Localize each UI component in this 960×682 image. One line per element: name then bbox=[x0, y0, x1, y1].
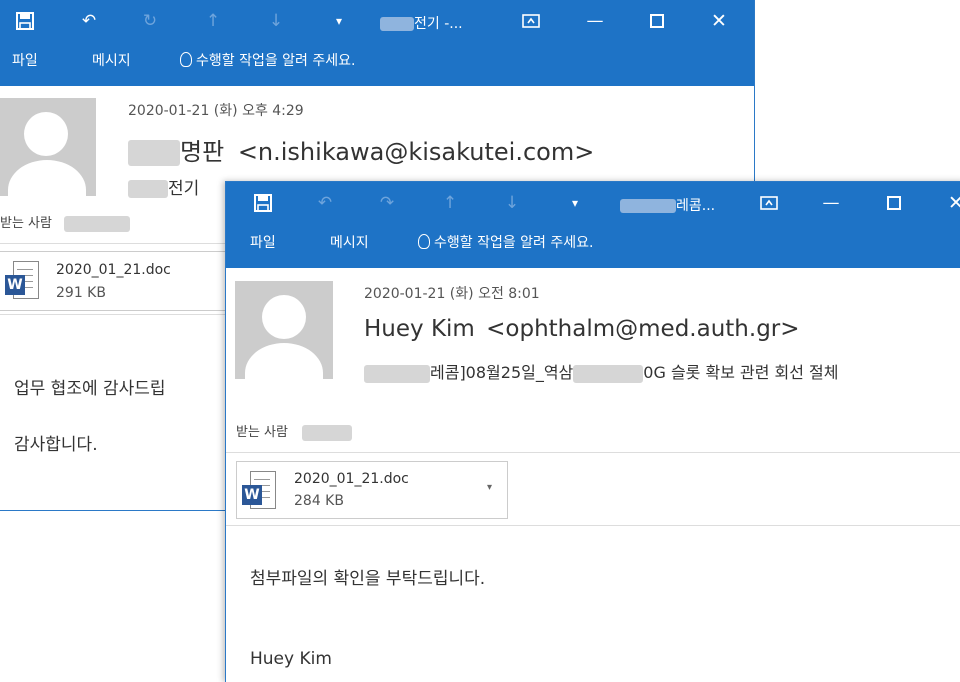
tell-me-box[interactable]: 수행할 작업을 알려 주세요. bbox=[180, 50, 355, 70]
sender-avatar bbox=[235, 281, 333, 379]
close-icon[interactable]: ✕ bbox=[706, 8, 732, 34]
body-line-2: Huey Kim bbox=[250, 649, 332, 669]
to-label: 받는 사람 bbox=[0, 212, 130, 232]
menu-message[interactable]: 메시지 bbox=[92, 50, 131, 70]
sender-name: Huey Kim bbox=[364, 316, 475, 342]
close-icon[interactable]: ✕ bbox=[943, 190, 960, 216]
attachment-name: 2020_01_21.doc bbox=[294, 471, 409, 487]
menu-file[interactable]: 파일 bbox=[250, 232, 276, 252]
sender-email[interactable]: <ophthalm@med.auth.gr> bbox=[486, 316, 799, 342]
front-titlebar: ↶ ↷ ↑ ↓ ▾ 레콤... — ✕ 파일 메시지 수행할 작업을 알려 주세… bbox=[226, 182, 960, 268]
email-date: 2020-01-21 (화) 오후 4:29 bbox=[128, 103, 304, 119]
to-label: 받는 사람 bbox=[236, 421, 352, 441]
word-doc-icon: W bbox=[5, 261, 39, 299]
save-icon[interactable] bbox=[250, 190, 276, 216]
up-arrow-icon[interactable]: ↑ bbox=[437, 190, 463, 216]
down-arrow-icon[interactable]: ↓ bbox=[263, 8, 289, 34]
attachment-size: 291 KB bbox=[56, 285, 106, 301]
subject-line: 레콤]08월25일_역삼 0G 슬롯 확보 관련 회선 절체 bbox=[364, 359, 839, 383]
body-line-1: 첨부파일의 확인을 부탁드립니다. bbox=[250, 569, 486, 589]
redo-icon[interactable]: ↷ bbox=[374, 190, 400, 216]
sender-avatar bbox=[0, 98, 96, 196]
lightbulb-icon bbox=[418, 234, 430, 249]
down-arrow-icon[interactable]: ↓ bbox=[499, 190, 525, 216]
up-arrow-icon[interactable]: ↑ bbox=[200, 8, 226, 34]
email-date: 2020-01-21 (화) 오전 8:01 bbox=[364, 286, 540, 302]
sender-email[interactable]: <n.ishikawa@kisakutei.com> bbox=[238, 138, 595, 166]
attachment-size: 284 KB bbox=[294, 493, 344, 509]
attachment-name: 2020_01_21.doc bbox=[56, 262, 171, 278]
sender-name: 명판 bbox=[180, 138, 225, 166]
window-title: 레콤... bbox=[620, 195, 715, 215]
sender-line: 명판 <n.ishikawa@kisakutei.com> bbox=[128, 132, 594, 167]
undo-icon[interactable]: ↶ bbox=[76, 8, 102, 34]
menu-message[interactable]: 메시지 bbox=[330, 232, 369, 252]
maximize-icon[interactable] bbox=[644, 8, 670, 34]
redo-icon[interactable]: ↻ bbox=[137, 8, 163, 34]
minimize-icon[interactable]: — bbox=[582, 8, 608, 34]
save-icon[interactable] bbox=[12, 8, 38, 34]
maximize-icon[interactable] bbox=[881, 190, 907, 216]
attachment-card[interactable]: W 2020_01_21.doc 284 KB ▾ bbox=[236, 461, 508, 519]
window-title: 전기 -... bbox=[380, 13, 463, 33]
ribbon-display-icon[interactable] bbox=[756, 190, 782, 216]
subject-line: 전기 bbox=[128, 174, 199, 199]
attachment-dropdown-icon[interactable]: ▾ bbox=[487, 482, 492, 493]
ribbon-display-icon[interactable] bbox=[518, 8, 544, 34]
quick-access-dropdown-icon[interactable]: ▾ bbox=[562, 190, 588, 216]
undo-icon[interactable]: ↶ bbox=[312, 190, 338, 216]
attachment-card[interactable]: W 2020_01_21.doc 291 KB bbox=[0, 251, 227, 311]
menu-file[interactable]: 파일 bbox=[12, 50, 38, 70]
lightbulb-icon bbox=[180, 52, 192, 67]
quick-access-dropdown-icon[interactable]: ▾ bbox=[326, 8, 352, 34]
word-doc-icon: W bbox=[242, 471, 276, 509]
front-email-window: ↶ ↷ ↑ ↓ ▾ 레콤... — ✕ 파일 메시지 수행할 작업을 알려 주세… bbox=[225, 181, 960, 682]
body-line-2: 감사합니다. bbox=[14, 435, 98, 455]
back-titlebar: ↶ ↻ ↑ ↓ ▾ 전기 -... — ✕ 파일 메시지 수행할 작업을 알려 … bbox=[0, 0, 754, 86]
body-line-1: 업무 협조에 감사드립 bbox=[14, 379, 166, 399]
minimize-icon[interactable]: — bbox=[818, 190, 844, 216]
sender-line: Huey Kim <ophthalm@med.auth.gr> bbox=[364, 316, 800, 342]
tell-me-box[interactable]: 수행할 작업을 알려 주세요. bbox=[418, 232, 593, 252]
